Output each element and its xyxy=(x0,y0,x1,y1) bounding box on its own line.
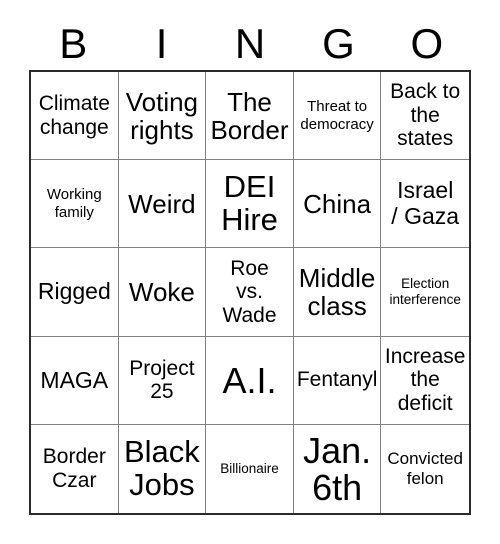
header-letter-g: G xyxy=(322,20,355,67)
header-letter-n: N xyxy=(234,20,266,67)
bingo-cell[interactable]: Project 25 xyxy=(118,336,207,425)
header-letter-o: O xyxy=(410,20,444,67)
bingo-cell[interactable]: Back to the states xyxy=(381,72,469,161)
bingo-cell-label: Voting rights xyxy=(125,86,199,145)
bingo-cell-label: Increase the deficit xyxy=(384,344,466,415)
bingo-cell[interactable]: MAGA xyxy=(31,336,119,425)
bingo-cell[interactable]: DEI Hire xyxy=(206,160,294,249)
bingo-cell-label: Israel / Gaza xyxy=(391,177,460,229)
bingo-cell[interactable]: Middle class xyxy=(293,248,382,337)
bingo-cell[interactable]: Rigged xyxy=(31,248,119,337)
bingo-cell-label: Jan. 6th xyxy=(303,429,372,508)
bingo-cell-label: Threat to democracy xyxy=(300,97,374,133)
bingo-cell[interactable]: Increase the deficit xyxy=(381,336,469,425)
bingo-cell[interactable]: Election interference xyxy=(381,248,469,337)
bingo-cell-label: Climate change xyxy=(38,92,110,139)
bingo-cell[interactable]: Black Jobs xyxy=(118,424,207,513)
bingo-cell-label: Rigged xyxy=(37,278,111,305)
bingo-cell[interactable]: Woke xyxy=(118,248,207,337)
bingo-cell-label: The Border xyxy=(210,86,289,145)
header-letter-i: I xyxy=(155,20,168,67)
bingo-cell[interactable]: Jan. 6th xyxy=(293,424,382,513)
bingo-cell-label: Convicted felon xyxy=(387,448,463,488)
bingo-cell[interactable]: A.I. xyxy=(206,336,294,425)
bingo-cell-label: Border Czar xyxy=(42,445,106,492)
bingo-card: B I N G O Climate change Voting rights T… xyxy=(0,0,500,544)
bingo-cell[interactable]: Fentanyl xyxy=(293,336,382,425)
header-letter-b: B xyxy=(59,20,88,67)
bingo-cell-label: Billionaire xyxy=(220,460,279,476)
bingo-cell[interactable]: Border Czar xyxy=(31,424,119,513)
bingo-cell-label: Working family xyxy=(46,185,102,221)
bingo-cell[interactable]: Billionaire xyxy=(206,424,294,513)
bingo-cell[interactable]: Roe vs. Wade xyxy=(206,248,294,337)
bingo-cell[interactable]: The Border xyxy=(206,72,294,161)
bingo-cell[interactable]: Israel / Gaza xyxy=(381,160,469,249)
bingo-cell[interactable]: Weird xyxy=(118,160,207,249)
bingo-cell-label: China xyxy=(303,188,372,219)
bingo-grid: Climate change Voting rights The Border … xyxy=(29,70,471,515)
bingo-cell-label: DEI Hire xyxy=(221,169,278,237)
bingo-cell-label: Woke xyxy=(128,276,195,307)
bingo-cell-label: Election interference xyxy=(389,275,461,307)
bingo-cell[interactable]: Threat to democracy xyxy=(293,72,382,161)
bingo-header-row: B I N G O xyxy=(29,18,471,70)
bingo-cell-label: Middle class xyxy=(298,262,376,321)
bingo-cell[interactable]: Voting rights xyxy=(118,72,207,161)
bingo-cell-label: Back to the states xyxy=(390,80,461,151)
bingo-cell-label: Black Jobs xyxy=(123,434,200,502)
bingo-cell[interactable]: Working family xyxy=(31,160,119,249)
bingo-cell[interactable]: Climate change xyxy=(31,72,119,161)
bingo-cell-label: MAGA xyxy=(40,366,109,393)
bingo-cell[interactable]: China xyxy=(293,160,382,249)
bingo-cell-label: Roe vs. Wade xyxy=(222,256,277,327)
bingo-cell-label: Fentanyl xyxy=(296,368,378,392)
bingo-cell-label: Weird xyxy=(128,188,196,219)
bingo-cell-label: Project 25 xyxy=(129,356,195,404)
bingo-cell[interactable]: Convicted felon xyxy=(381,424,469,513)
bingo-cell-label: A.I. xyxy=(222,359,277,401)
